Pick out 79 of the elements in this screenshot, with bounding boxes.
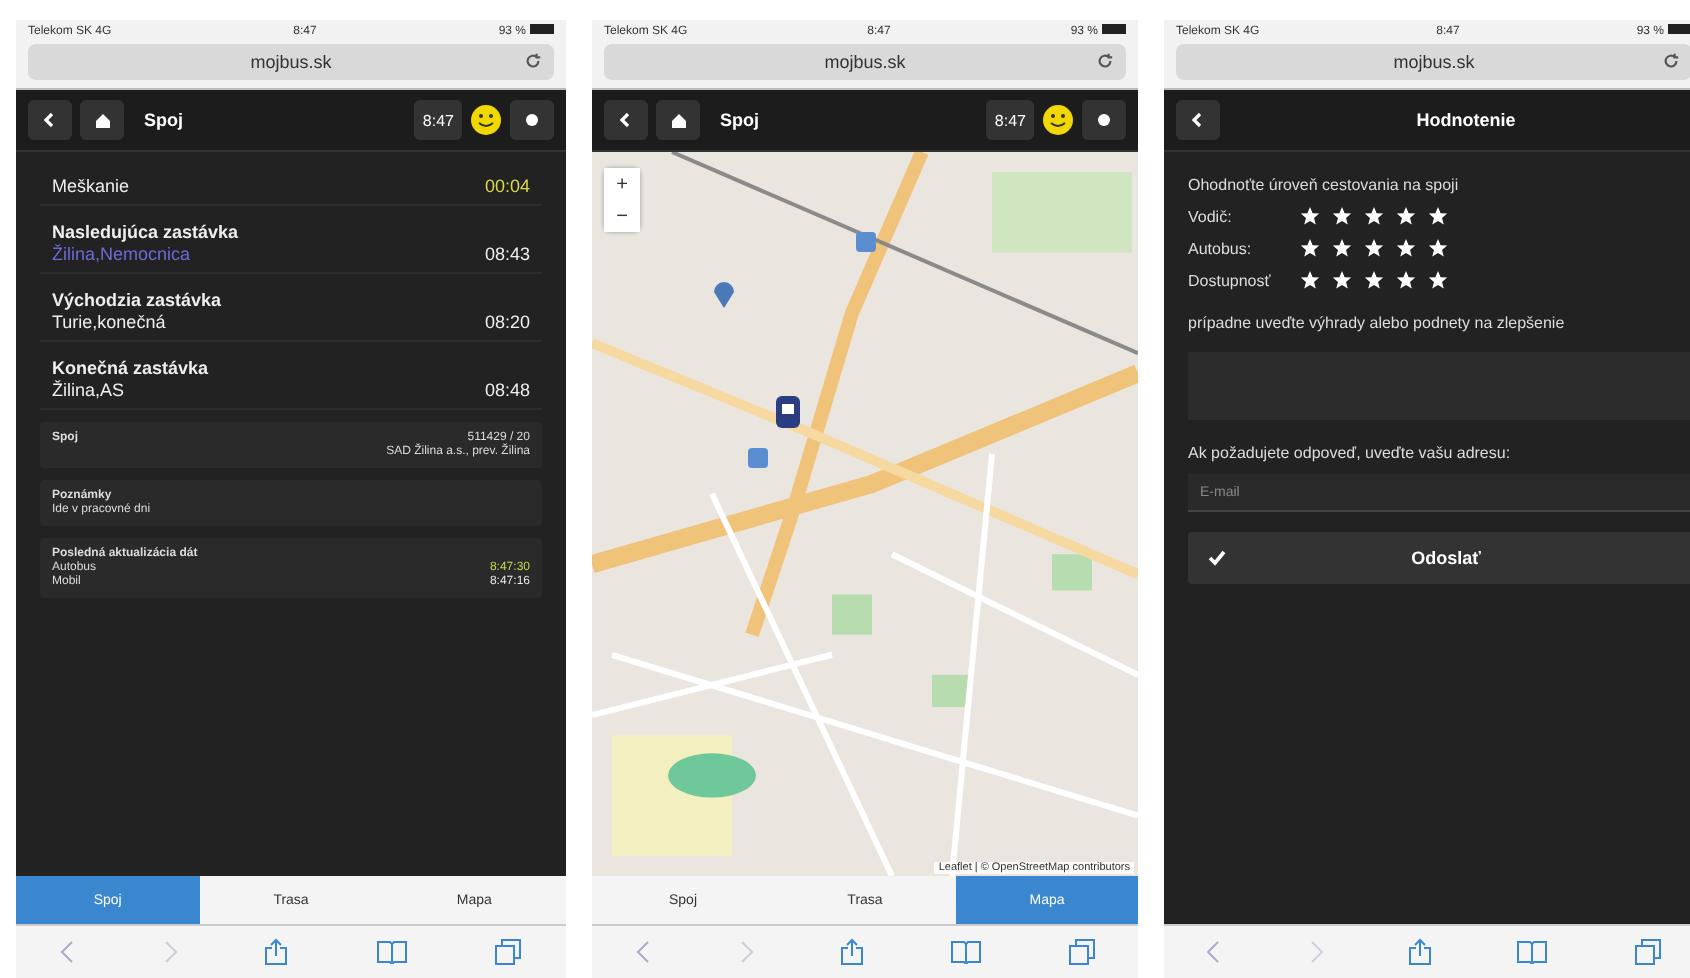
battery-icon (1668, 24, 1690, 34)
menu-button[interactable] (1082, 100, 1126, 140)
stop-name: Žilina,AS (52, 380, 127, 400)
row-value: 00:04 (484, 176, 530, 196)
rating-prompt: Ohodnoťte úroveň cestovania na spoji (1188, 176, 1461, 194)
bookmarks-icon[interactable] (949, 940, 981, 964)
menu-button[interactable] (510, 100, 554, 140)
back-icon (42, 112, 58, 128)
stop-heading: Východzia zastávka (52, 290, 222, 310)
star-icon[interactable] (1332, 206, 1352, 226)
battery-icon (530, 24, 554, 34)
dot-icon (1098, 114, 1110, 126)
row-label: Meškanie (52, 176, 130, 196)
star-icon[interactable] (1428, 206, 1448, 226)
home-icon (93, 111, 111, 129)
stop-name: Žilina,Nemocnica (52, 244, 193, 264)
star-icon[interactable] (1428, 238, 1448, 258)
zoom-button[interactable]: + (604, 168, 640, 200)
address-bar[interactable]: mojbus.sk (604, 44, 1126, 80)
stop-name: Turie,konečná (52, 312, 168, 332)
rating-label: Dostupnosť (1188, 271, 1273, 289)
stop-time: 08:48 (484, 380, 530, 400)
email-label: Ak požadujete odpoveď, uveďte vašu adresu: (1188, 444, 1513, 462)
smiley-icon[interactable] (470, 104, 502, 136)
star-icon[interactable] (1396, 270, 1416, 290)
tabs-icon[interactable] (1067, 938, 1095, 966)
back-button[interactable] (28, 100, 72, 140)
bus-stop-marker-icon[interactable] (748, 448, 768, 468)
bookmarks-icon[interactable] (375, 940, 408, 964)
star-icon[interactable] (1364, 238, 1384, 258)
submit-button[interactable]: Odoslať (1188, 532, 1690, 584)
rating-label: Vodič: (1188, 207, 1234, 225)
back-button[interactable] (604, 100, 648, 140)
star-icon[interactable] (1428, 270, 1448, 290)
reload-icon[interactable] (1662, 52, 1680, 70)
home-icon (669, 111, 687, 129)
share-icon[interactable] (264, 938, 289, 966)
share-icon[interactable] (1407, 938, 1432, 966)
star-icon[interactable] (1300, 206, 1320, 226)
star-icon[interactable] (1364, 206, 1384, 226)
star-icon[interactable] (1300, 238, 1320, 258)
back-button[interactable] (1176, 100, 1220, 140)
clock-button[interactable]: 8:47 (986, 100, 1034, 140)
tabs-icon[interactable] (494, 938, 523, 966)
reload-icon[interactable] (1096, 52, 1114, 70)
star-icon[interactable] (1332, 238, 1352, 258)
star-icon[interactable] (1396, 206, 1416, 226)
smiley-icon[interactable] (1042, 104, 1074, 136)
zoom-button[interactable]: − (604, 200, 640, 232)
tabs-icon[interactable] (1633, 938, 1662, 966)
home-button[interactable] (656, 100, 700, 140)
page-title: Hodnotenie (1414, 110, 1518, 130)
stop-heading: Nasledujúca zastávka (52, 222, 239, 242)
stop-heading: Konečná zastávka (52, 358, 209, 378)
dot-icon (526, 114, 538, 126)
star-icon[interactable] (1300, 270, 1320, 290)
page-title: Spoj (144, 110, 185, 130)
bus-stop-marker-icon[interactable] (856, 232, 876, 252)
bus-marker-icon[interactable] (776, 396, 800, 428)
stop-time: 08:43 (484, 244, 530, 264)
back-icon (1190, 112, 1206, 128)
battery-icon (1102, 24, 1126, 34)
star-icon[interactable] (1364, 270, 1384, 290)
address-bar[interactable]: mojbus.sk (1176, 44, 1690, 80)
star-icon[interactable] (1396, 238, 1416, 258)
stop-time: 08:20 (484, 312, 530, 332)
page-title: Spoj (720, 110, 761, 130)
comment-label: prípadne uveďte výhrady alebo podnety na zlepšenie (1188, 314, 1567, 332)
share-icon[interactable] (839, 938, 863, 966)
bookmarks-icon[interactable] (1516, 940, 1549, 964)
address-bar[interactable]: mojbus.sk (28, 44, 554, 80)
reload-icon[interactable] (524, 52, 542, 70)
check-icon (1208, 550, 1226, 566)
star-icon[interactable] (1332, 270, 1352, 290)
clock-button[interactable]: 8:47 (414, 100, 462, 140)
rating-label: Autobus: (1188, 239, 1254, 257)
home-button[interactable] (80, 100, 124, 140)
bus-stop-marker-icon[interactable] (712, 276, 736, 308)
back-icon (618, 112, 634, 128)
